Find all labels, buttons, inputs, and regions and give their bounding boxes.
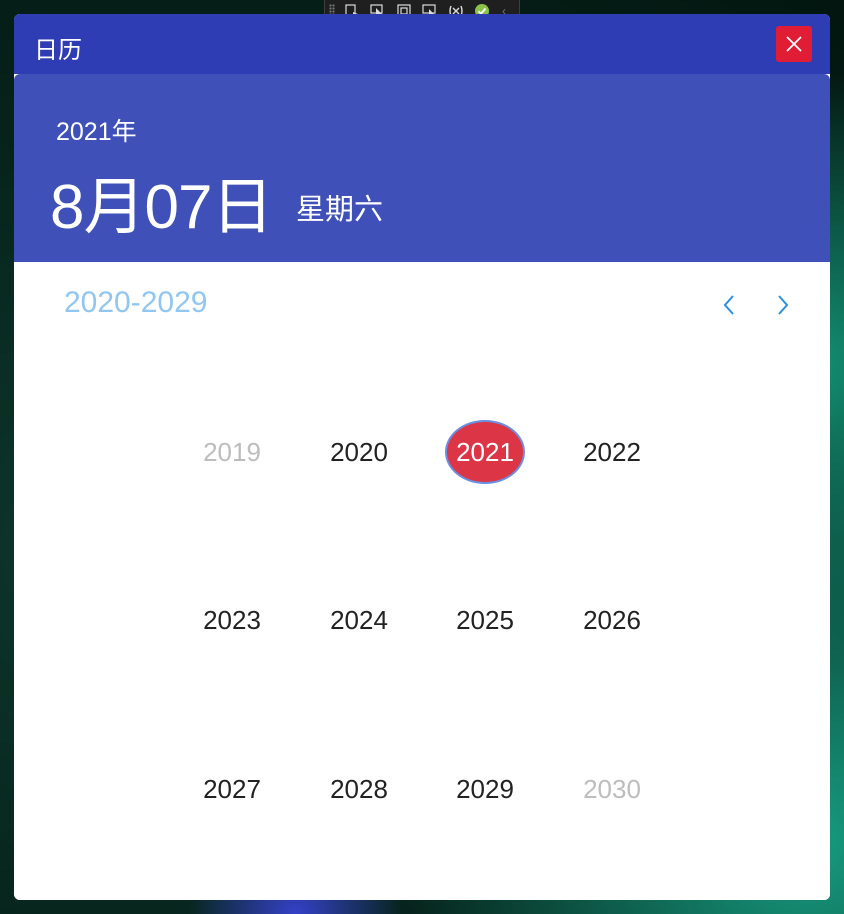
year-label: 2030 [583, 773, 641, 804]
year-cell[interactable]: 2025 [430, 588, 540, 652]
chevron-right-icon [778, 295, 789, 315]
year-cell[interactable]: 2024 [304, 588, 414, 652]
year-cell[interactable]: 2029 [430, 757, 540, 821]
year-cell[interactable]: 2030 [557, 757, 667, 821]
year-cell[interactable]: 2027 [177, 757, 287, 821]
title-bar: 日历 [14, 14, 830, 74]
year-label: 2019 [203, 436, 261, 467]
decade-label[interactable]: 2020-2029 [64, 286, 207, 320]
year-label: 2024 [330, 604, 388, 635]
previous-decade-button[interactable] [712, 288, 746, 322]
year-label: 2028 [330, 773, 388, 804]
window-title: 日历 [34, 37, 82, 64]
selected-date-header: 2021年 8月07日 星期六 [14, 74, 830, 262]
year-label: 2026 [583, 604, 641, 635]
year-label: 2023 [203, 604, 261, 635]
year-cell[interactable]: 2023 [177, 588, 287, 652]
year-label: 2029 [456, 773, 514, 804]
year-cell[interactable]: 2026 [557, 588, 667, 652]
year-label: 2022 [583, 436, 641, 467]
calendar-window: 日历 2021年 8月07日 星期六 2020-2029 2019 2020 202… [14, 14, 830, 900]
selected-date[interactable]: 8月07日 [50, 156, 273, 246]
year-cell[interactable]: 2020 [304, 420, 414, 484]
year-cell[interactable]: 2022 [557, 420, 667, 484]
next-decade-button[interactable] [766, 288, 800, 322]
selected-weekday: 星期六 [296, 194, 384, 226]
year-label: 2027 [203, 773, 261, 804]
year-label: 2025 [456, 604, 514, 635]
close-icon [786, 36, 802, 52]
year-cell-selected[interactable]: 2021 [430, 420, 540, 484]
year-cell[interactable]: 2019 [177, 420, 287, 484]
selected-year[interactable]: 2021年 [56, 112, 137, 148]
chevron-left-icon [723, 295, 734, 315]
year-label: 2020 [330, 436, 388, 467]
year-label: 2021 [445, 420, 525, 484]
close-button[interactable] [776, 26, 812, 62]
year-cell[interactable]: 2028 [304, 757, 414, 821]
year-picker: 2020-2029 2019 2020 2021 2022 2023 2024 2025 20… [14, 262, 830, 900]
